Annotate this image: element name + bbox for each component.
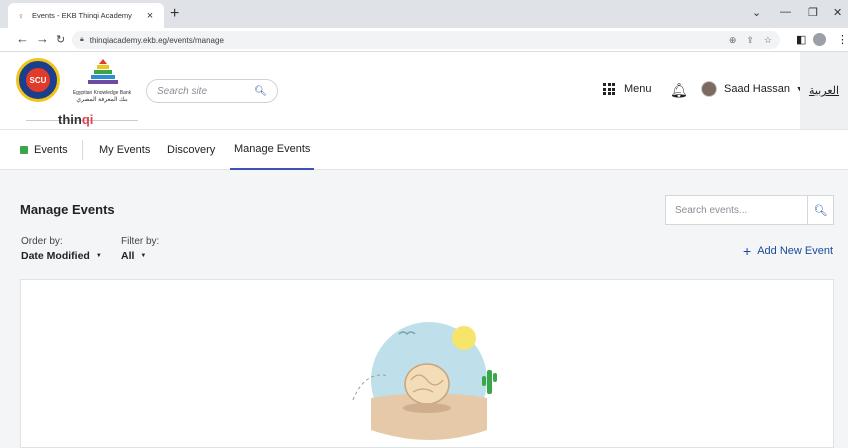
browser-tab[interactable]: ♀ Events - EKB Thinqi Academy ×: [8, 3, 164, 28]
site-header: SCU Egyptian Knowledge Bank بنك المعرفة …: [0, 52, 848, 130]
search-icon: 🔍︎: [813, 204, 828, 217]
brand-prefix: thin: [58, 112, 82, 127]
minimize-icon[interactable]: —: [780, 6, 791, 18]
site-search-placeholder: Search site: [157, 85, 208, 97]
events-search-input[interactable]: Search events... 🔍︎: [665, 195, 834, 225]
bookmark-star-icon[interactable]: ☆: [764, 35, 772, 46]
ekb-logo[interactable]: Egyptian Knowledge Bank بنك المعرفة المص…: [72, 56, 132, 108]
filter-by-value: All: [121, 250, 135, 262]
tab-discovery[interactable]: Discovery: [167, 130, 215, 170]
brand-accent: qi: [81, 112, 94, 127]
site-favicon-icon: ♀: [17, 10, 25, 21]
reload-icon[interactable]: ↻: [56, 33, 65, 46]
back-icon[interactable]: ←: [16, 31, 29, 46]
user-name: Saad Hassan: [724, 83, 791, 95]
language-toggle[interactable]: العربية: [800, 52, 848, 129]
address-url: thinqiacademy.ekb.eg/events/manage: [89, 35, 224, 45]
close-tab-icon[interactable]: ×: [144, 10, 156, 22]
filter-by-label: Filter by:: [121, 236, 160, 247]
browser-tab-title: Events - EKB Thinqi Academy: [32, 11, 132, 20]
events-root-label: Events: [34, 144, 68, 156]
address-bar[interactable]: 🔒︎ thinqiacademy.ekb.eg/events/manage ⊕ …: [72, 31, 780, 49]
tab-search-chevron-icon[interactable]: ⌄: [752, 6, 761, 19]
chevron-down-icon: ▼: [95, 253, 102, 259]
forward-icon[interactable]: →: [36, 31, 49, 46]
ekb-pyramid-icon: [88, 59, 118, 84]
scu-logo[interactable]: SCU: [16, 58, 60, 102]
lock-icon: 🔒︎: [80, 36, 84, 43]
tab-my-events[interactable]: My Events: [99, 130, 150, 170]
menu-label: Menu: [624, 83, 652, 95]
thinqi-logo[interactable]: thinqi: [58, 112, 93, 127]
page-title: Manage Events: [20, 202, 115, 217]
plus-icon: +: [743, 243, 752, 259]
tab-manage-events[interactable]: Manage Events: [230, 130, 315, 170]
add-new-event-label: Add New Event: [757, 245, 834, 257]
empty-state-illustration: [352, 322, 497, 440]
site-search-input[interactable]: Search site 🔍︎: [146, 79, 278, 103]
new-tab-icon[interactable]: +: [170, 5, 179, 23]
ekb-name-ar: بنك المعرفة المصري: [76, 97, 128, 103]
filter-by-control[interactable]: Filter by: All ▼: [121, 236, 159, 262]
add-new-event-button[interactable]: + Add New Event: [743, 243, 833, 259]
address-toolbar: ← → ↻ 🔒︎ thinqiacademy.ekb.eg/events/man…: [0, 28, 848, 52]
menu-button[interactable]: Menu: [603, 83, 652, 95]
user-menu[interactable]: Saad Hassan ▼: [701, 81, 803, 97]
order-by-control[interactable]: Order by: Date Modified ▼: [21, 236, 102, 262]
grid-icon: [603, 83, 615, 95]
browser-profile-avatar[interactable]: [813, 33, 826, 46]
search-icon[interactable]: 🔍︎: [254, 86, 267, 97]
events-list-panel: [20, 279, 834, 448]
order-by-label: Order by:: [21, 236, 63, 247]
side-panel-icon[interactable]: ◧: [796, 33, 806, 46]
browser-menu-icon[interactable]: ⋮: [837, 33, 848, 46]
order-by-value: Date Modified: [21, 250, 90, 262]
events-search-placeholder: Search events...: [675, 204, 748, 216]
window-close-icon[interactable]: ✕: [833, 6, 842, 19]
events-icon: [20, 146, 28, 154]
chevron-down-icon: ▼: [140, 253, 147, 259]
restore-icon[interactable]: ❐: [808, 6, 818, 19]
events-root-link[interactable]: Events: [20, 140, 83, 160]
events-subnav: Events My Events Discovery Manage Events: [0, 130, 848, 170]
share-icon[interactable]: ⇪: [746, 35, 754, 46]
zoom-icon[interactable]: ⊕: [729, 35, 737, 46]
browser-tabstrip: ♀ Events - EKB Thinqi Academy × + ⌄ — ❐ …: [0, 0, 848, 28]
avatar: [701, 81, 717, 97]
events-search-button[interactable]: 🔍︎: [807, 196, 833, 224]
bell-icon[interactable]: 🔔︎: [670, 82, 688, 99]
